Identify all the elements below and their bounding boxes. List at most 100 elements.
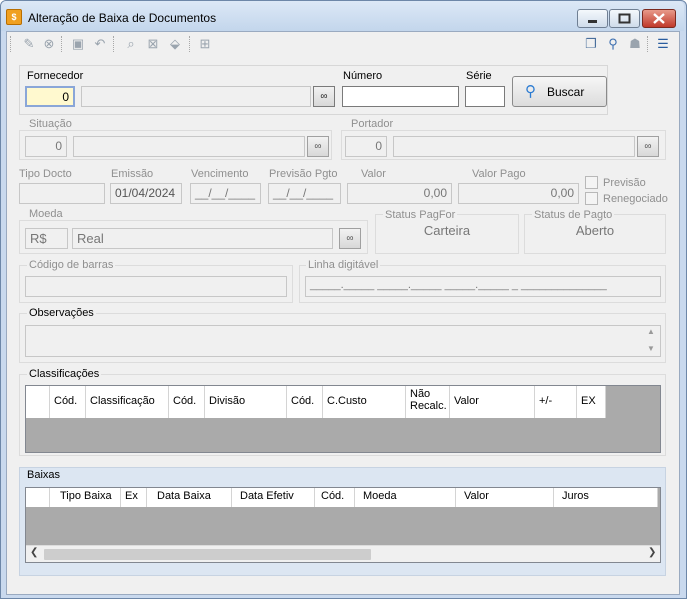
grid-column-header[interactable]: Cód. [315,488,355,507]
window-list-icon[interactable]: ❐ [583,36,599,52]
moeda-name-input: Real [72,228,333,249]
minimize-button[interactable] [577,9,608,28]
grid-column-header[interactable]: Juros [554,488,658,507]
grid-column-header[interactable]: C.Custo [323,386,406,418]
cancel-icon[interactable]: ⊗ [41,36,57,52]
moeda-code-input: R$ [25,228,68,249]
status-pagfor-label: Status PagFor [383,209,458,221]
toolbar: ✎ ⊗ ▣ ↶ ⌕ ⊠ ⬙ ⊞ ❐ ⚲ ☗ ☰ [7,32,679,56]
buscar-button-label: Buscar [547,85,585,99]
grid-column-header[interactable]: +/- [535,386,577,418]
previsao-pgto-input: __/__/____ [268,183,341,204]
grid-column-header[interactable]: Divisão [205,386,287,418]
fornecedor-name-input [81,86,311,107]
status-pagto-value: Aberto [575,223,615,238]
scroll-left-icon[interactable]: ❮ [30,547,38,558]
moeda-label: Moeda [27,208,65,220]
vencimento-label: Vencimento [191,168,249,180]
close-icon [653,13,665,24]
portador-lookup-button: ∞ [637,136,659,157]
valor-pago-label: Valor Pago [472,168,526,180]
serie-label: Série [466,70,492,82]
portador-code-input: 0 [345,136,387,157]
toolbar-separator [113,36,114,52]
classificacoes-label: Classificações [27,368,102,380]
baixas-label: Baixas [27,469,61,481]
grid-column-header[interactable]: Tipo Baixa [50,488,121,507]
moeda-lookup-button: ∞ [339,228,361,249]
menu-icon[interactable]: ☰ [655,36,671,52]
fornecedor-code-input[interactable]: 0 [25,86,75,107]
grid-column-header[interactable]: Data Baixa [147,488,232,507]
situacao-label: Situação [27,118,74,130]
status-pagfor-value: Carteira [423,223,471,238]
emissao-input: 01/04/2024 [110,183,182,204]
valor-label: Valor [361,168,386,180]
observacoes-label: Observações [27,307,96,319]
emissao-label: Emissão [111,168,154,180]
buscar-button[interactable]: ⚲ Buscar [512,76,607,107]
renegociado-check-label: Renegociado [603,193,668,205]
portador-label: Portador [349,118,396,130]
grid-column-header[interactable]: Ex [121,488,147,507]
grid-column-header[interactable]: Cód. [287,386,323,418]
edit-icon[interactable]: ✎ [21,36,37,52]
grid-column-header[interactable]: Data Efetiv [232,488,315,507]
toolbar-separator [10,36,11,52]
vencimento-input: __/__/____ [190,183,261,204]
grid-column-header[interactable]: Classificação [86,386,169,418]
grid-column-header[interactable]: Moeda [355,488,456,507]
binoculars-icon: ∞ [314,141,322,152]
serie-input[interactable] [465,86,505,107]
situacao-lookup-button: ∞ [307,136,329,157]
maximize-button[interactable] [609,9,640,28]
status-pagto-label: Status de Pagto [532,209,615,221]
minimize-icon [588,20,597,23]
horizontal-scrollbar[interactable]: ❮ ❯ [26,545,660,562]
observacoes-textarea [25,325,661,357]
situacao-code-input: 0 [25,136,67,157]
linha-digitavel-input: _____._____ _____._____ _____._____ _ __… [305,276,661,297]
valor-pago-input: 0,00 [458,183,579,204]
grid-column-header[interactable]: Valor [456,488,554,507]
scrollbar-thumb[interactable] [44,549,371,560]
grid-column-header[interactable]: Não Recalc. [406,386,450,418]
undo-icon[interactable]: ↶ [92,36,108,52]
key-icon[interactable]: ⚲ [605,36,621,52]
baixas-grid[interactable]: Tipo Baixa Ex Data Baixa Data Efetiv Cód… [25,487,661,563]
previsao-checkbox [585,176,598,189]
close-button[interactable] [642,9,676,28]
codigo-barras-input [25,276,287,297]
filter-icon[interactable]: ⊠ [145,36,161,52]
linha-digitavel-label: Linha digitável [306,259,381,271]
grid-row-header [26,386,50,418]
fornecedor-label: Fornecedor [27,70,84,82]
classificacoes-grid[interactable]: Cód. Classificação Cód. Divisão Cód. C.C… [25,385,661,453]
grid-column-header[interactable]: Cód. [169,386,205,418]
renegociado-checkbox [585,192,598,205]
scroll-right-icon[interactable]: ❯ [648,547,656,558]
grid-column-header[interactable]: EX [577,386,606,418]
save-icon[interactable]: ▣ [70,36,86,52]
tipo-docto-label: Tipo Docto [19,168,72,180]
grid-column-header[interactable]: Cód. [50,386,86,418]
binoculars-icon: ∞ [346,233,354,244]
binoculars-icon: ∞ [644,141,652,152]
portador-name-input [393,136,635,157]
user-icon[interactable]: ☗ [627,36,643,52]
window-title: Alteração de Baixa de Documentos [28,11,217,25]
previsao-pgto-label: Previsão Pgto [269,168,338,180]
numero-input[interactable] [342,86,459,107]
grid-row-header [26,488,50,507]
scroll-down-icon: ▼ [647,344,655,353]
toolbar-separator [647,36,648,52]
grid-column-header[interactable]: Valor [450,386,535,418]
search-icon[interactable]: ⌕ [123,36,139,52]
toolbar-separator [61,36,62,52]
numero-label: Número [343,70,383,82]
codigo-barras-label: Código de barras [27,259,116,271]
toolbar-separator [189,36,190,52]
stamp-icon[interactable]: ⬙ [167,36,183,52]
fornecedor-lookup-button[interactable]: ∞ [313,86,335,107]
print-icon[interactable]: ⊞ [197,36,213,52]
